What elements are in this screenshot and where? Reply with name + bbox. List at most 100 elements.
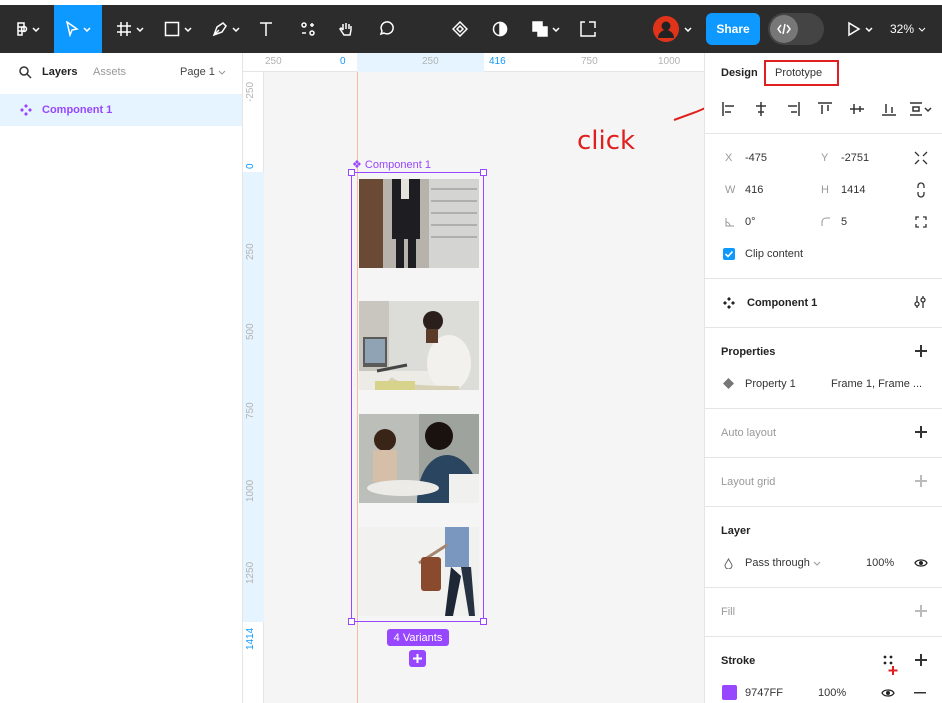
align-right-icon[interactable] xyxy=(785,101,801,117)
clip-content-checkbox[interactable] xyxy=(723,248,735,260)
hand-icon xyxy=(339,23,352,36)
boolean-icon xyxy=(532,21,548,37)
page-select[interactable]: Page 1 xyxy=(180,66,226,78)
divider xyxy=(705,636,942,637)
component-frame[interactable] xyxy=(348,169,487,625)
constrain-proportions-icon[interactable] xyxy=(915,182,927,198)
eye-icon[interactable] xyxy=(914,558,928,568)
figma-logo-icon xyxy=(17,22,28,36)
align-top-icon[interactable] xyxy=(817,101,833,117)
add-property-icon[interactable] xyxy=(915,345,927,357)
chevron-down-icon xyxy=(865,26,873,32)
resize-handle-top-left[interactable] xyxy=(348,169,355,176)
ruler-tick: 500 xyxy=(245,323,256,340)
share-button[interactable]: Share xyxy=(706,13,760,45)
stroke-styles-icon[interactable] xyxy=(882,654,898,676)
distribute-icon[interactable] xyxy=(909,101,933,117)
component-name: Component 1 xyxy=(747,297,818,309)
ruler-left: -250 0 250 500 750 1000 1250 1414 xyxy=(243,72,264,703)
resize-handle-top-right[interactable] xyxy=(480,169,487,176)
property-value[interactable]: Frame 1, Frame ... xyxy=(831,378,922,390)
chevron-down-icon xyxy=(552,26,560,32)
zoom-menu[interactable]: 32% xyxy=(890,5,926,53)
align-bottom-icon[interactable] xyxy=(881,101,897,117)
canvas[interactable]: ❖ Component 1 4 Variants xyxy=(264,72,704,703)
component-tool-button[interactable] xyxy=(446,5,474,53)
comment-tool-button[interactable] xyxy=(372,5,400,53)
align-horizontal-center-icon[interactable] xyxy=(753,101,769,117)
w-label: W xyxy=(725,184,736,196)
photo-women-meeting[interactable] xyxy=(359,414,479,503)
layer-row[interactable]: Component 1 xyxy=(0,94,242,126)
add-fill-icon[interactable] xyxy=(915,605,927,617)
tab-assets[interactable]: Assets xyxy=(93,66,126,78)
contrast-icon xyxy=(492,21,508,37)
chevron-down-icon xyxy=(184,26,192,32)
divider xyxy=(705,587,942,588)
w-field[interactable]: 416 xyxy=(745,184,763,196)
h-label: H xyxy=(821,184,829,196)
present-button[interactable] xyxy=(842,5,878,53)
x-label: X xyxy=(725,152,733,164)
add-stroke-icon[interactable] xyxy=(915,654,927,666)
radius-field[interactable]: 5 xyxy=(841,216,847,228)
tab-design[interactable]: Design xyxy=(721,67,758,79)
resources-button[interactable] xyxy=(294,5,322,53)
text-tool-button[interactable] xyxy=(252,5,280,53)
rotation-icon xyxy=(725,218,734,227)
h-field[interactable]: 1414 xyxy=(841,184,865,196)
properties-title: Properties xyxy=(721,346,776,358)
code-icon xyxy=(770,15,798,43)
zoom-level: 32% xyxy=(890,22,915,36)
align-left-icon[interactable] xyxy=(721,101,737,117)
y-field[interactable]: -2751 xyxy=(841,152,869,164)
rotation-field[interactable]: 0° xyxy=(745,216,756,228)
photo-man-briefcase[interactable] xyxy=(359,527,479,616)
tab-prototype[interactable]: Prototype xyxy=(764,60,839,86)
ruler-tick: 1250 xyxy=(245,561,256,584)
eye-icon[interactable] xyxy=(881,688,895,698)
divider xyxy=(705,506,942,507)
layer-opacity-field[interactable]: 100% xyxy=(866,557,894,569)
resize-handle-bottom-right[interactable] xyxy=(480,618,487,625)
dev-mode-toggle[interactable] xyxy=(768,13,824,45)
constraints-icon[interactable] xyxy=(914,151,928,165)
add-variant-button[interactable] xyxy=(409,650,426,667)
user-menu-button[interactable] xyxy=(648,5,696,53)
x-field[interactable]: -475 xyxy=(745,152,767,164)
independent-corners-icon[interactable] xyxy=(915,216,927,228)
photo-woman-laptop[interactable] xyxy=(359,301,479,390)
divider xyxy=(705,133,942,134)
frame-tool-button[interactable] xyxy=(112,5,148,53)
main-menu-button[interactable] xyxy=(8,5,48,53)
pen-tool-button[interactable] xyxy=(208,5,244,53)
remove-stroke-icon[interactable] xyxy=(914,692,926,694)
search-icon[interactable] xyxy=(19,66,32,79)
photo-businessman[interactable] xyxy=(359,179,479,268)
crop-button[interactable] xyxy=(574,5,602,53)
stroke-color-value[interactable]: 9747FF xyxy=(745,687,783,699)
shape-tool-button[interactable] xyxy=(160,5,196,53)
move-tool-button[interactable] xyxy=(54,5,102,53)
add-layout-grid-icon[interactable] xyxy=(915,475,927,487)
hand-tool-button[interactable] xyxy=(332,5,360,53)
blend-mode-select[interactable]: Pass through xyxy=(745,557,821,569)
add-auto-layout-icon[interactable] xyxy=(915,426,927,438)
resources-icon xyxy=(301,22,315,36)
avatar-icon xyxy=(653,16,679,42)
component-frame-label[interactable]: ❖ Component 1 xyxy=(352,158,431,171)
ruler-tick: 250 xyxy=(245,243,256,260)
stroke-color-swatch[interactable] xyxy=(722,685,737,700)
tab-layers[interactable]: Layers xyxy=(42,66,77,78)
stroke-opacity-field[interactable]: 100% xyxy=(818,687,846,699)
component-settings-icon[interactable] xyxy=(913,295,927,309)
boolean-button[interactable] xyxy=(526,5,566,53)
property-name[interactable]: Property 1 xyxy=(745,378,796,390)
resize-handle-bottom-left[interactable] xyxy=(348,618,355,625)
blend-mode-value: Pass through xyxy=(745,557,810,569)
mask-button[interactable] xyxy=(486,5,514,53)
chevron-down-icon xyxy=(32,26,40,32)
layer-label: Component 1 xyxy=(42,104,113,116)
variants-badge[interactable]: 4 Variants xyxy=(387,629,449,646)
align-vertical-center-icon[interactable] xyxy=(849,101,865,117)
